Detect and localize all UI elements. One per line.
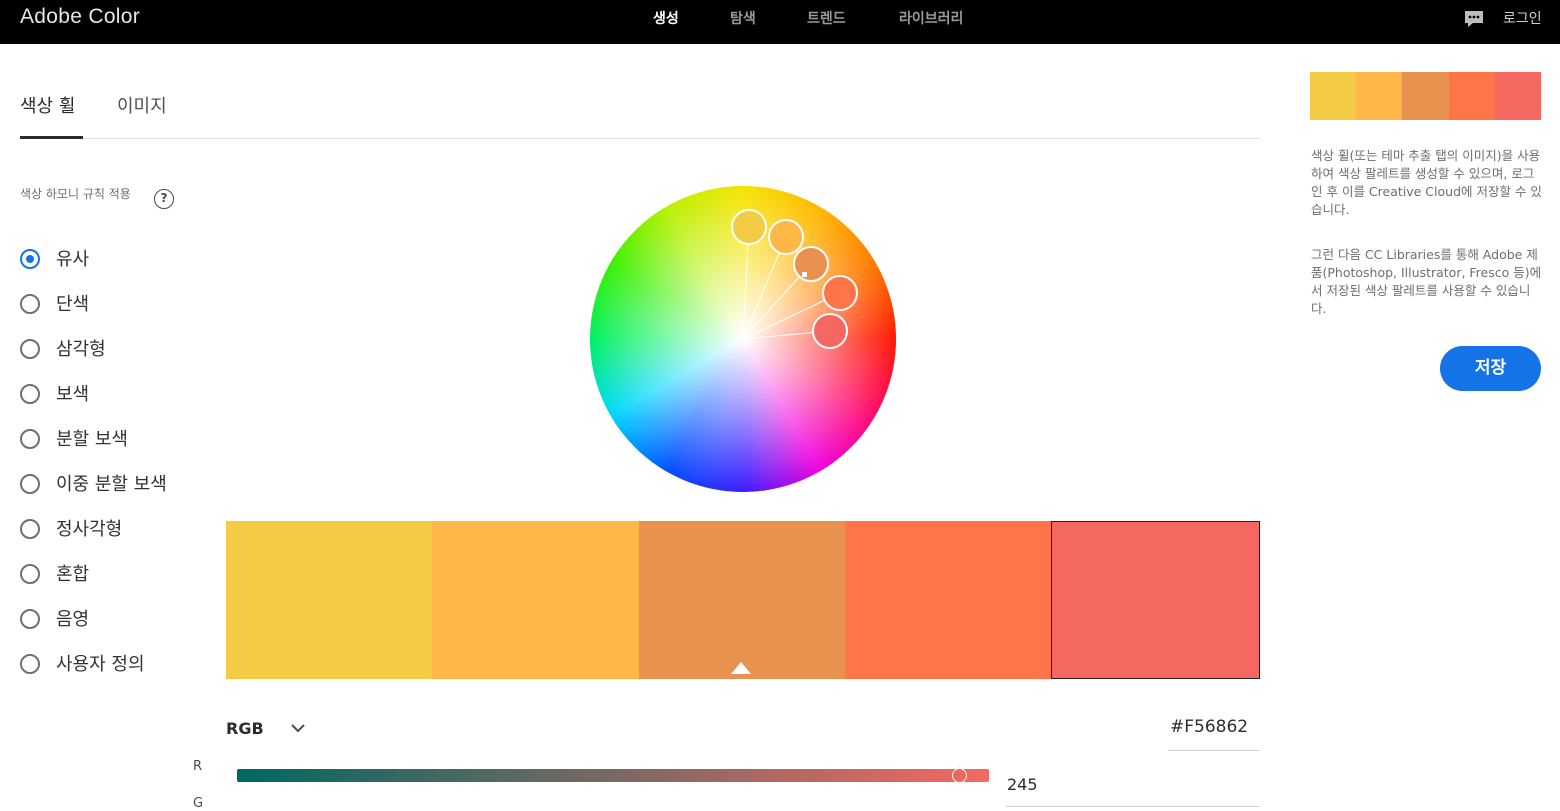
login-link[interactable]: 로그인 <box>1503 8 1542 28</box>
radio-unchecked-icon[interactable] <box>20 609 40 629</box>
radio-unchecked-icon[interactable] <box>20 564 40 584</box>
palette-swatch-4[interactable] <box>1051 521 1260 679</box>
harmony-rule-label: 분할 보색 <box>56 429 128 450</box>
nav-trends[interactable]: 트렌드 <box>807 8 846 28</box>
r-slider-track[interactable] <box>237 769 989 782</box>
tab-image[interactable]: 이미지 <box>117 92 167 118</box>
palette-swatch-0[interactable] <box>226 521 432 679</box>
sidebar-description: 색상 휠(또는 테마 추출 탭의 이미지)을 사용하여 색상 팔레트를 생성할 … <box>1311 148 1542 217</box>
harmony-rule-label: 삼각형 <box>56 339 106 360</box>
nav-libraries[interactable]: 라이브러리 <box>899 8 963 28</box>
palette-swatch-2[interactable] <box>639 521 845 679</box>
top-bar: Adobe Color 생성 탐색 트렌드 라이브러리 로그인 <box>0 0 1560 44</box>
r-slider-thumb[interactable] <box>951 768 967 783</box>
tab-divider <box>20 138 1260 139</box>
radio-unchecked-icon[interactable] <box>20 339 40 359</box>
radio-unchecked-icon[interactable] <box>20 384 40 404</box>
harmony-rule-label: 혼합 <box>56 564 90 585</box>
color-mode-select[interactable]: RGB <box>226 719 264 738</box>
color-marker-1[interactable] <box>768 219 804 255</box>
radio-unchecked-icon[interactable] <box>20 519 40 539</box>
harmony-rule-label: 정사각형 <box>56 519 123 540</box>
color-marker-3[interactable] <box>822 275 858 311</box>
palette-preview-swatch-3 <box>1448 72 1495 120</box>
question-mark-icon[interactable]: ? <box>154 189 174 209</box>
palette-swatch-1[interactable] <box>432 521 639 679</box>
palette-preview-swatch-1 <box>1356 72 1403 120</box>
color-marker-2[interactable] <box>793 246 829 282</box>
radio-unchecked-icon[interactable] <box>20 429 40 449</box>
base-color-caret-icon <box>731 662 751 674</box>
color-marker-4[interactable] <box>812 313 848 349</box>
harmony-rule-label: 보색 <box>56 384 90 405</box>
hex-underline <box>1168 750 1260 751</box>
palette-preview-swatch-4 <box>1494 72 1542 120</box>
palette-swatch-3[interactable] <box>845 521 1051 679</box>
sidebar-description-2: 그런 다음 CC Libraries를 통해 Adobe 제품(Photosho… <box>1311 247 1542 316</box>
r-value-underline <box>1006 806 1260 807</box>
tab-active-indicator <box>20 136 83 139</box>
harmony-label: 색상 하모니 규칙 적용 <box>20 187 131 201</box>
color-marker-0[interactable] <box>731 209 767 245</box>
harmony-rule-label: 이중 분할 보색 <box>56 474 167 495</box>
chevron-down-icon[interactable] <box>290 722 306 734</box>
nav-explore[interactable]: 탐색 <box>730 8 756 28</box>
radio-unchecked-icon[interactable] <box>20 654 40 674</box>
color-wheel[interactable] <box>589 185 897 493</box>
hex-input[interactable]: #F56862 <box>1170 717 1248 737</box>
palette-preview-swatch-2 <box>1402 72 1449 120</box>
tab-color-wheel[interactable]: 색상 휠 <box>20 92 75 118</box>
radio-unchecked-icon[interactable] <box>20 474 40 494</box>
radio-checked-icon[interactable] <box>20 249 40 269</box>
app-logo[interactable]: Adobe Color <box>20 5 140 29</box>
radio-unchecked-icon[interactable] <box>20 294 40 314</box>
harmony-rule-label: 음영 <box>56 609 90 630</box>
channel-label-r: R <box>193 759 203 774</box>
palette-preview <box>1310 72 1542 120</box>
save-button[interactable]: 저장 <box>1440 346 1541 391</box>
channel-label-g: G <box>193 796 204 811</box>
palette-preview-swatch-0 <box>1310 72 1357 120</box>
harmony-rule-label: 유사 <box>56 249 90 270</box>
harmony-rule-label: 단색 <box>56 294 90 315</box>
base-marker-notch <box>802 272 807 277</box>
harmony-rule-label: 사용자 정의 <box>56 654 145 675</box>
r-value-input[interactable]: 245 <box>1007 775 1038 794</box>
nav-create[interactable]: 생성 <box>653 8 679 28</box>
chat-icon[interactable] <box>1464 9 1484 29</box>
